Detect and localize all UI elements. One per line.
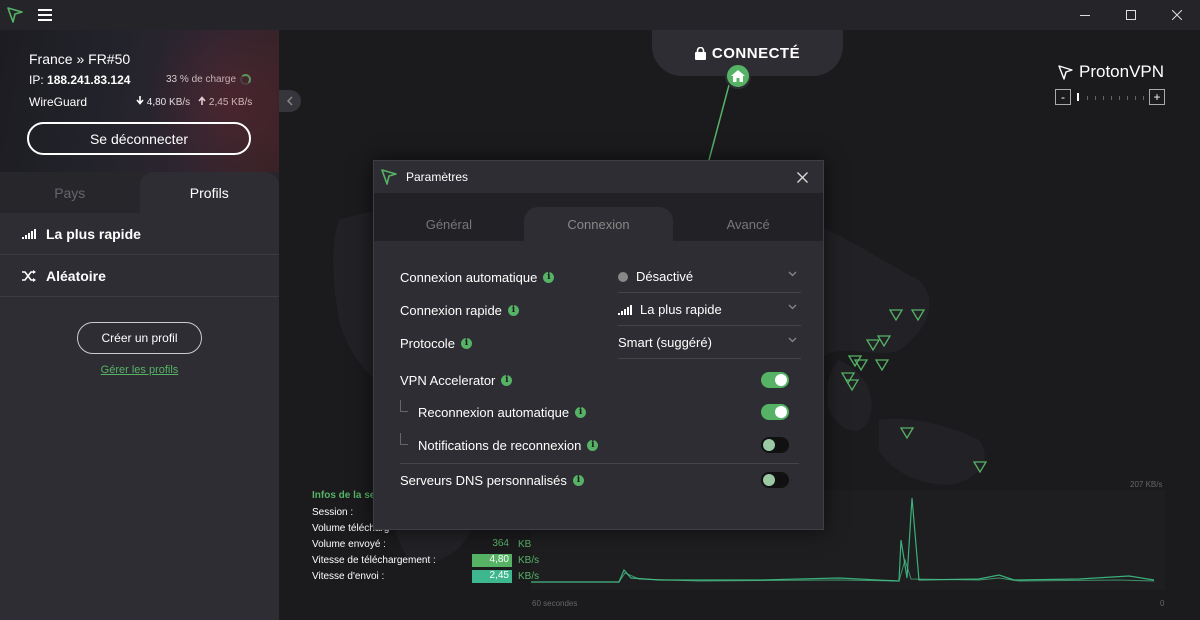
- signal-bars-icon: [22, 228, 36, 239]
- settings-tabs: Général Connexion Avancé: [374, 193, 823, 241]
- setting-vpn-accelerator: VPN Accelerator i: [400, 364, 799, 396]
- stat-row-uploaded: Volume envoyé : 364 KB: [312, 537, 532, 550]
- setting-reconnect-notifications: Notifications de reconnexion i: [400, 429, 799, 461]
- protocol-dropdown[interactable]: Smart (suggéré): [618, 327, 801, 359]
- server-load-text: 33 % de charge: [166, 74, 237, 85]
- zoom-out-button[interactable]: -: [1055, 89, 1071, 105]
- settings-dialog: Paramètres Général Connexion Avancé Conn…: [373, 160, 824, 530]
- download-speed-value: 4,80: [472, 553, 512, 567]
- info-icon[interactable]: i: [587, 439, 599, 451]
- settings-header: Paramètres: [374, 161, 823, 193]
- setting-auto-connect: Connexion automatique i Désactivé: [400, 261, 801, 293]
- chart-right-label: 0: [1160, 599, 1165, 608]
- chevron-left-icon: [287, 96, 293, 106]
- sub-setting-indent: [400, 400, 408, 412]
- download-speed-unit: KB/s: [518, 554, 540, 566]
- tab-advanced[interactable]: Avancé: [673, 207, 823, 241]
- sub-setting-indent: [400, 433, 408, 445]
- title-bar: [0, 0, 1200, 30]
- ip-address: IP: 188.241.83.124: [29, 73, 130, 87]
- manage-profiles-link[interactable]: Gérer les profils: [0, 364, 279, 376]
- shuffle-icon: [22, 269, 36, 282]
- profile-random-label: Aléatoire: [46, 267, 106, 284]
- ip-value: 188.241.83.124: [47, 73, 131, 87]
- uploaded-unit: KB: [518, 538, 532, 550]
- chevron-down-icon: [788, 271, 797, 277]
- server-load: 33 % de charge: [166, 74, 252, 85]
- quick-connect-dropdown[interactable]: La plus rapide: [618, 294, 801, 326]
- maximize-button[interactable]: [1108, 0, 1154, 30]
- chart-max-label: 207 KB/s: [1130, 480, 1163, 489]
- setting-protocol: Protocole i Smart (suggéré): [400, 327, 801, 359]
- ip-label: IP:: [29, 73, 44, 87]
- status-dot-icon: [618, 271, 628, 282]
- info-icon[interactable]: i: [507, 304, 519, 316]
- protonvpn-logo-icon: [381, 169, 397, 185]
- zoom-slider[interactable]: [1071, 89, 1149, 105]
- chevron-down-icon: [788, 337, 797, 343]
- tab-countries[interactable]: Pays: [0, 172, 140, 213]
- signal-bars-icon: [618, 304, 632, 315]
- info-icon[interactable]: i: [572, 474, 584, 486]
- protocol-label: WireGuard: [29, 95, 88, 109]
- sidebar-tabs: Pays Profils: [0, 172, 279, 213]
- upload-speed-value: 2,45: [472, 569, 512, 583]
- vpn-accelerator-toggle[interactable]: [761, 372, 789, 388]
- connection-status-text: CONNECTÉ: [711, 44, 801, 62]
- info-icon[interactable]: i: [460, 337, 472, 349]
- custom-dns-toggle[interactable]: [761, 472, 789, 488]
- connection-panel: France » FR#50 IP: 188.241.83.124 33 % d…: [0, 30, 279, 172]
- zoom-control: - +: [1055, 89, 1165, 105]
- profile-fastest-label: La plus rapide: [46, 225, 141, 242]
- tab-general[interactable]: Général: [374, 207, 524, 241]
- settings-title: Paramètres: [406, 170, 469, 184]
- download-arrow-icon: [136, 96, 144, 105]
- protonvpn-brand-icon: [1058, 64, 1073, 80]
- sidebar: France » FR#50 IP: 188.241.83.124 33 % d…: [0, 30, 279, 620]
- stat-row-download-speed: Vitesse de téléchargement : 4,80 KB/s: [312, 553, 540, 567]
- stat-row-upload-speed: Vitesse d'envoi : 2,45 KB/s: [312, 569, 540, 583]
- server-name: France » FR#50: [29, 51, 131, 67]
- collapse-sidebar-button[interactable]: [279, 90, 301, 112]
- speed-indicators: 4,80 KB/s 2,45 KB/s: [136, 96, 252, 108]
- info-icon[interactable]: i: [543, 271, 555, 283]
- uploaded-value: 364: [492, 537, 509, 549]
- profile-random[interactable]: Aléatoire: [0, 255, 279, 297]
- minimize-button[interactable]: [1062, 0, 1108, 30]
- zoom-in-button[interactable]: +: [1149, 89, 1165, 105]
- disconnect-button[interactable]: Se déconnecter: [27, 122, 251, 155]
- auto-connect-dropdown[interactable]: Désactivé: [618, 261, 801, 293]
- chart-left-label: 60 secondes: [532, 599, 578, 608]
- upload-speed: 2,45 KB/s: [198, 96, 252, 108]
- chevron-down-icon: [788, 304, 797, 310]
- close-window-button[interactable]: [1154, 0, 1200, 30]
- create-profile-button[interactable]: Créer un profil: [77, 322, 202, 354]
- hamburger-icon[interactable]: [30, 0, 60, 30]
- upload-speed-unit: KB/s: [518, 570, 540, 582]
- setting-custom-dns: Serveurs DNS personnalisés i: [400, 464, 799, 496]
- home-location-icon[interactable]: [725, 63, 751, 89]
- download-speed: 4,80 KB/s: [136, 96, 190, 108]
- load-ring-icon: [240, 74, 252, 85]
- info-icon[interactable]: i: [575, 406, 587, 418]
- protonvpn-logo-icon: [0, 0, 30, 30]
- info-icon[interactable]: i: [501, 374, 513, 386]
- brand-name: ProtonVPN: [1079, 62, 1165, 81]
- close-icon[interactable]: [793, 168, 811, 186]
- protonvpn-brand: ProtonVPN: [1058, 62, 1164, 82]
- auto-reconnect-toggle[interactable]: [761, 404, 789, 420]
- lock-icon: [694, 46, 706, 60]
- setting-quick-connect: Connexion rapide i La plus rapide: [400, 294, 801, 326]
- tab-connection[interactable]: Connexion: [523, 207, 674, 241]
- upload-arrow-icon: [198, 96, 206, 105]
- profile-fastest[interactable]: La plus rapide: [0, 213, 279, 255]
- reconnect-notifications-toggle[interactable]: [761, 437, 789, 453]
- setting-auto-reconnect: Reconnexion automatique i: [400, 396, 799, 428]
- tab-profiles[interactable]: Profils: [139, 172, 279, 213]
